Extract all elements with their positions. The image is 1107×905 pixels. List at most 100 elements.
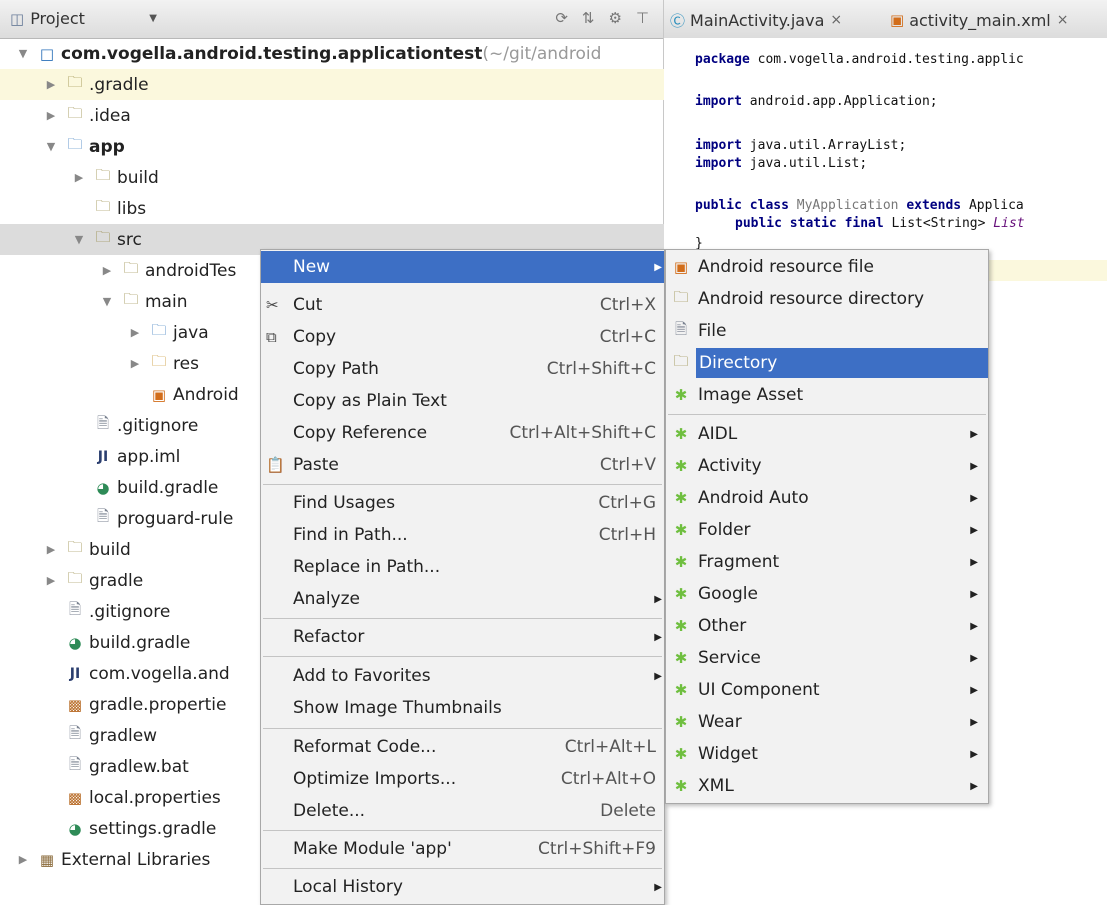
menu-item-copy[interactable]: ⧉ Copy Ctrl+C (261, 321, 664, 353)
folder-icon: 🗀 (95, 166, 111, 184)
menu-item-reformat-code[interactable]: Reformat Code... Ctrl+Alt+L (261, 731, 664, 763)
submenu-item-android-auto[interactable]: ✱ Android Auto ▶ (666, 482, 988, 514)
menu-item-refactor[interactable]: Refactor ▶ (261, 621, 664, 653)
submenu-item-service[interactable]: ✱ Service ▶ (666, 642, 988, 674)
project-toolbar: ◫ Project ▼ ⟳ ⇅ ⚙ ⊤ (0, 0, 663, 39)
tab-mainactivity[interactable]: Ⓒ MainActivity.java × (670, 6, 842, 34)
expanded-arrow-icon[interactable]: ▼ (44, 140, 58, 153)
code-line: import java.util.ArrayList; (695, 138, 907, 153)
tree-item-idea[interactable]: ▶ 🗀 .idea (0, 100, 707, 131)
menu-item-copy-plain-text[interactable]: Copy as Plain Text (261, 385, 664, 417)
tree-item-label: .gitignore (89, 601, 171, 622)
submenu-item-aidl[interactable]: ✱ AIDL ▶ (666, 418, 988, 450)
menu-separator (263, 656, 662, 657)
collapsed-arrow-icon[interactable]: ▶ (128, 357, 142, 370)
tree-item-libs[interactable]: 🗀 libs (0, 193, 735, 224)
submenu-item-wear[interactable]: ✱ Wear ▶ (666, 706, 988, 738)
project-view-label: Project (30, 9, 85, 28)
collapsed-arrow-icon[interactable]: ▶ (44, 109, 58, 122)
menu-item-paste[interactable]: 📋 Paste Ctrl+V (261, 449, 664, 481)
android-icon: ✱ (674, 649, 688, 667)
submenu-item-activity[interactable]: ✱ Activity ▶ (666, 450, 988, 482)
menu-item-show-image-thumbnails[interactable]: Show Image Thumbnails (261, 692, 664, 724)
menu-item-find-in-path[interactable]: Find in Path... Ctrl+H (261, 519, 664, 551)
android-icon: ✱ (674, 745, 688, 763)
tree-item-label: .idea (89, 105, 131, 126)
iml-file-icon: JI (97, 448, 109, 465)
tree-item-label: External Libraries (61, 849, 211, 870)
submenu-item-file[interactable]: 🗎 File (666, 315, 988, 347)
submenu-item-image-asset[interactable]: ✱ Image Asset (666, 379, 988, 411)
submenu-arrow-icon: ▶ (970, 492, 978, 504)
submenu-arrow-icon: ▶ (970, 620, 978, 632)
project-view-dropdown[interactable]: ◫ Project ▼ (10, 5, 165, 32)
folder-icon: 🗀 (673, 351, 689, 370)
collapsed-arrow-icon[interactable]: ▶ (44, 543, 58, 556)
collapsed-arrow-icon[interactable]: ▶ (44, 78, 58, 91)
folder-icon: 🗀 (95, 197, 111, 215)
collapsed-arrow-icon[interactable]: ▶ (100, 264, 114, 277)
submenu-item-ui-component[interactable]: ✱ UI Component ▶ (666, 674, 988, 706)
submenu-item-fragment[interactable]: ✱ Fragment ▶ (666, 546, 988, 578)
tree-item-app[interactable]: ▼ 🗀 app (0, 131, 707, 162)
menu-item-analyze[interactable]: Analyze ▶ (261, 583, 664, 615)
menu-item-replace-in-path[interactable]: Replace in Path... (261, 551, 664, 583)
collapsed-arrow-icon[interactable]: ▶ (44, 574, 58, 587)
tree-item-gradle-dir[interactable]: ▶ 🗀 .gradle (0, 69, 707, 100)
menu-item-make-module[interactable]: Make Module 'app' Ctrl+Shift+F9 (261, 833, 664, 865)
text-file-icon: 🗎 (96, 507, 110, 525)
menu-item-copy-reference[interactable]: Copy Reference Ctrl+Alt+Shift+C (261, 417, 664, 449)
collapsed-arrow-icon[interactable]: ▶ (72, 171, 86, 184)
collapse-all-icon[interactable]: ⇅ (582, 9, 595, 27)
expanded-arrow-icon[interactable]: ▼ (100, 295, 114, 308)
menu-item-delete[interactable]: Delete... Delete (261, 795, 664, 827)
tab-label: MainActivity.java (690, 10, 825, 30)
tree-item-label: .gradle (89, 74, 149, 95)
tree-item-label: gradle.propertie (89, 694, 227, 715)
menu-item-new[interactable]: New ▶ (261, 251, 664, 283)
tree-item-build[interactable]: ▶ 🗀 build (0, 162, 735, 193)
submenu-item-android-resource-file[interactable]: ▣ Android resource file (666, 251, 988, 283)
resource-folder-icon: 🗀 (151, 352, 167, 370)
expanded-arrow-icon[interactable]: ▼ (16, 47, 30, 60)
tree-item-label: java (173, 322, 209, 343)
submenu-item-android-resource-directory[interactable]: 🗀 Android resource directory (666, 283, 988, 315)
collapsed-arrow-icon[interactable]: ▶ (16, 853, 30, 866)
menu-separator (263, 484, 662, 485)
submenu-arrow-icon: ▶ (970, 684, 978, 696)
menu-item-cut[interactable]: ✂ Cut Ctrl+X (261, 289, 664, 321)
iml-file-icon: JI (69, 665, 81, 682)
tab-activity-main-xml[interactable]: ▣ activity_main.xml × (890, 6, 1068, 34)
xml-file-icon: ▣ (890, 11, 905, 29)
chevron-down-icon: ▼ (149, 13, 157, 24)
file-icon: 🗎 (674, 319, 688, 338)
expanded-arrow-icon[interactable]: ▼ (72, 233, 86, 246)
gear-icon[interactable]: ⚙ (608, 9, 621, 27)
submenu-item-xml[interactable]: ✱ XML ▶ (666, 770, 988, 802)
java-class-icon: Ⓒ (670, 11, 686, 30)
collapsed-arrow-icon[interactable]: ▶ (128, 326, 142, 339)
folder-icon: 🗀 (123, 259, 139, 277)
tree-item-label: gradle (89, 570, 144, 591)
close-icon[interactable]: × (830, 12, 842, 28)
tree-item-project-root[interactable]: ▼ □ com.vogella.android.testing.applicat… (0, 38, 679, 69)
menu-item-copy-path[interactable]: Copy Path Ctrl+Shift+C (261, 353, 664, 385)
code-line: public static final List<String> List (735, 216, 1025, 231)
hide-panel-icon[interactable]: ⊤ (636, 9, 649, 27)
submenu-item-widget[interactable]: ✱ Widget ▶ (666, 738, 988, 770)
close-icon[interactable]: × (1057, 12, 1069, 28)
menu-item-find-usages[interactable]: Find Usages Ctrl+G (261, 487, 664, 519)
submenu-item-other[interactable]: ✱ Other ▶ (666, 610, 988, 642)
folder-icon: 🗀 (673, 287, 689, 306)
submenu-item-directory[interactable]: 🗀 Directory (666, 347, 988, 379)
android-icon: ✱ (674, 681, 688, 699)
menu-item-optimize-imports[interactable]: Optimize Imports... Ctrl+Alt+O (261, 763, 664, 795)
module-folder-icon: 🗀 (67, 135, 83, 153)
new-submenu: ▣ Android resource file 🗀 Android resour… (665, 249, 989, 804)
menu-item-add-to-favorites[interactable]: Add to Favorites ▶ (261, 660, 664, 692)
menu-item-local-history[interactable]: Local History ▶ (261, 871, 664, 903)
submenu-item-folder[interactable]: ✱ Folder ▶ (666, 514, 988, 546)
submenu-item-google[interactable]: ✱ Google ▶ (666, 578, 988, 610)
tree-item-label: com.vogella.android.testing.applicationt… (61, 43, 483, 64)
sync-icon[interactable]: ⟳ (555, 9, 568, 27)
